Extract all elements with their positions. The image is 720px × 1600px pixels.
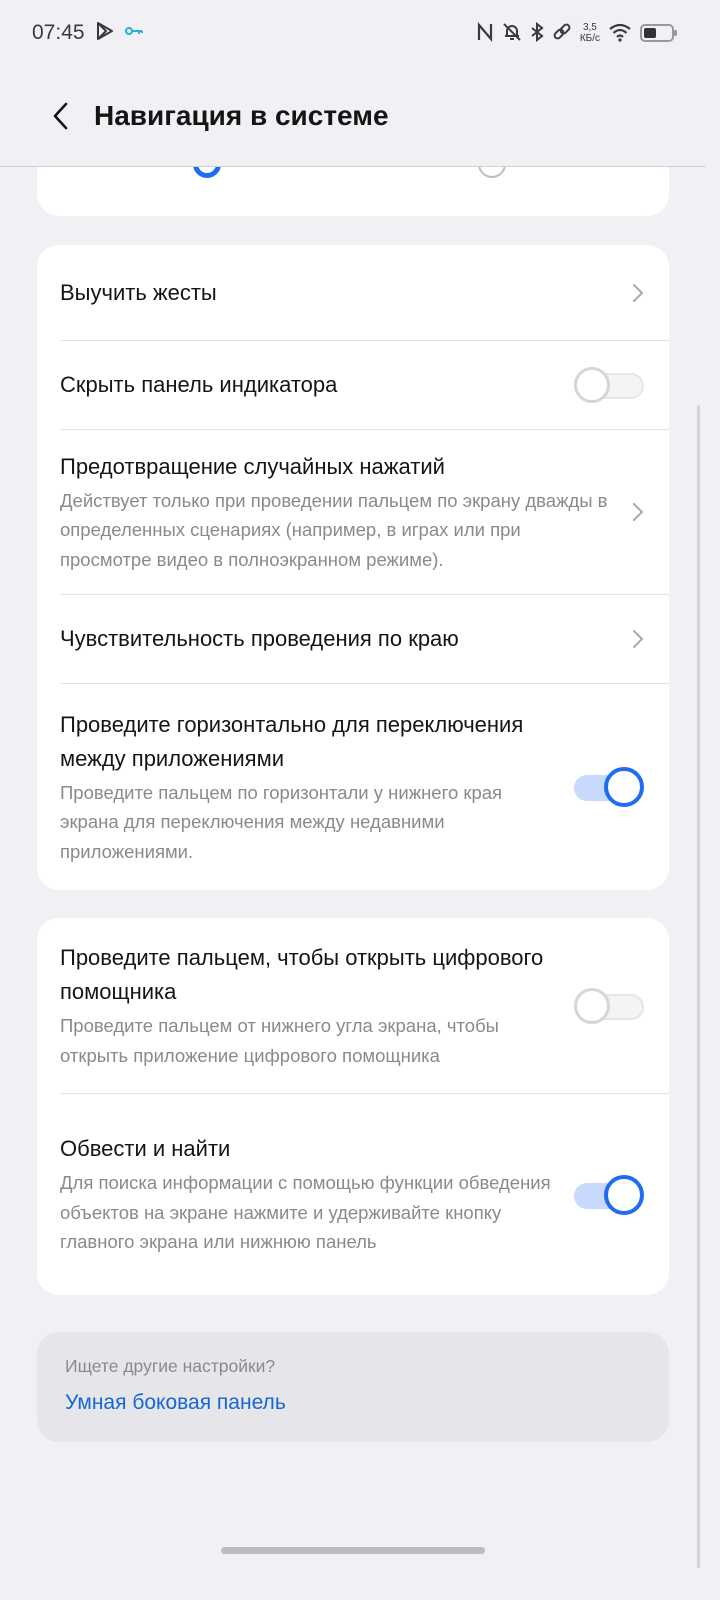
battery-icon (640, 24, 677, 42)
network-speed-unit: КБ/с (579, 33, 600, 44)
digital-assistant-row[interactable]: Проведите пальцем, чтобы открыть цифрово… (60, 918, 669, 1094)
scrollbar[interactable] (697, 405, 700, 1568)
chevron-right-icon (633, 503, 644, 521)
row-subtitle: Проведите пальцем по горизонтали у нижне… (60, 781, 503, 862)
row-title: Выучить жесты (60, 279, 217, 305)
hint-question: Ищете другие настройки? (65, 1356, 276, 1376)
status-bar: 07:45 3,5 КБ/с (0, 0, 706, 66)
row-title: Проведите горизонтально для переключения… (60, 711, 524, 771)
row-title: Предотвращение случайных нажатий (60, 453, 445, 479)
horizontal-swipe-toggle[interactable] (574, 767, 646, 807)
row-subtitle: Для поиска информации с помощью функции … (60, 1172, 551, 1253)
gesture-settings-card: Выучить жесты Скрыть панель индикатора П… (37, 245, 669, 890)
row-title: Проведите пальцем, чтобы открыть цифрово… (60, 945, 544, 1004)
nfc-icon (476, 21, 494, 45)
status-time: 07:45 (32, 21, 85, 44)
wifi-icon (608, 22, 632, 45)
digital-assistant-toggle[interactable] (574, 986, 646, 1026)
row-subtitle: Проведите пальцем от нижнего угла экрана… (60, 1015, 499, 1066)
chevron-right-icon (633, 630, 644, 648)
play-store-icon (95, 21, 115, 46)
home-indicator[interactable] (221, 1547, 485, 1554)
mute-icon (502, 22, 522, 45)
circle-to-search-toggle[interactable] (574, 1174, 646, 1215)
back-button[interactable] (30, 86, 90, 146)
link-icon (552, 22, 572, 45)
learn-gestures-row[interactable]: Выучить жесты (60, 245, 669, 341)
row-subtitle: Действует только при проведении пальцем … (60, 489, 608, 570)
bluetooth-icon (530, 21, 544, 45)
edge-sensitivity-row[interactable]: Чувствительность проведения по краю (60, 595, 669, 684)
row-title: Обвести и найти (60, 1136, 231, 1162)
hide-indicator-row[interactable]: Скрыть панель индикатора (60, 341, 669, 430)
back-arrow-icon (53, 102, 68, 130)
row-title: Скрыть панель индикатора (60, 372, 338, 397)
network-speed: 3,5 КБ/с (580, 22, 600, 44)
accidental-touch-row[interactable]: Предотвращение случайных нажатий Действу… (60, 430, 669, 595)
horizontal-swipe-row[interactable]: Проведите горизонтально для переключения… (60, 684, 669, 890)
assistant-settings-card: Проведите пальцем, чтобы открыть цифрово… (37, 918, 669, 1295)
hide-indicator-toggle[interactable] (574, 365, 646, 405)
key-icon (124, 24, 143, 42)
page-title: Навигация в системе (94, 100, 389, 131)
network-speed-value: 3,5 (582, 22, 597, 33)
smart-sidebar-link[interactable]: Умная боковая панель (65, 1391, 641, 1415)
row-title: Чувствительность проведения по краю (60, 626, 459, 651)
chevron-right-icon (633, 283, 644, 302)
app-bar: Навигация в системе (0, 66, 706, 167)
circle-to-search-row[interactable]: Обвести и найти Для поиска информации с … (60, 1094, 669, 1295)
more-settings-hint: Ищете другие настройки? Умная боковая па… (37, 1332, 669, 1442)
